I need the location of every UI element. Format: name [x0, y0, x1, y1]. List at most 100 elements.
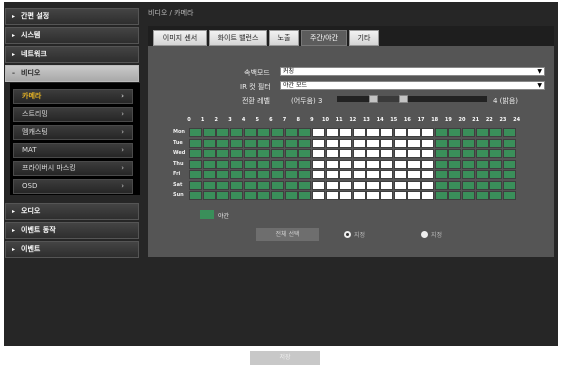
schedule-cell[interactable] — [421, 149, 435, 158]
schedule-cell[interactable] — [352, 149, 366, 158]
schedule-cell[interactable] — [325, 138, 339, 148]
schedule-cell[interactable] — [270, 170, 285, 179]
schedule-cell[interactable] — [284, 180, 298, 190]
schedule-cell[interactable] — [434, 149, 448, 158]
schedule-cell[interactable] — [475, 128, 489, 137]
schedule-cell[interactable] — [352, 180, 366, 190]
schedule-cell[interactable] — [421, 191, 435, 200]
schedule-cell[interactable] — [434, 128, 448, 137]
schedule-cell[interactable] — [380, 180, 394, 190]
schedule-cell[interactable] — [448, 191, 462, 200]
sidebar-subitem-streaming[interactable]: 스트리밍 › — [13, 107, 133, 122]
schedule-cell[interactable] — [229, 128, 244, 137]
tab-misc[interactable]: 기타 — [349, 30, 379, 46]
schedule-cell[interactable] — [257, 180, 271, 190]
schedule-cell[interactable] — [462, 191, 476, 200]
schedule-cell[interactable] — [257, 159, 271, 169]
schedule-cell[interactable] — [325, 159, 339, 169]
sidebar-subitem-mat[interactable]: MAT › — [13, 143, 133, 158]
schedule-cell[interactable] — [380, 138, 394, 148]
save-button[interactable]: 저장 — [250, 351, 320, 365]
schedule-cell[interactable] — [189, 138, 203, 148]
schedule-cell[interactable] — [311, 159, 325, 169]
schedule-cell[interactable] — [298, 180, 312, 190]
schedule-cell[interactable] — [202, 128, 216, 137]
schedule-cell[interactable] — [202, 149, 216, 158]
schedule-cell[interactable] — [229, 180, 244, 190]
sidebar-subitem-privacy-masking[interactable]: 프라이버시 마스킹 › — [13, 161, 133, 176]
schedule-cell[interactable] — [243, 180, 257, 190]
schedule-cell[interactable] — [339, 159, 353, 169]
schedule-cell[interactable] — [380, 170, 394, 179]
sidebar-item-system[interactable]: ▸ 시스템 — [5, 27, 139, 44]
schedule-cell[interactable] — [311, 180, 325, 190]
schedule-cell[interactable] — [407, 138, 421, 148]
tab-white-balance[interactable]: 화이트 밸런스 — [209, 30, 267, 46]
schedule-cell[interactable] — [298, 138, 312, 148]
schedule-cell[interactable] — [352, 170, 366, 179]
schedule-cell[interactable] — [448, 180, 462, 190]
schedule-cell[interactable] — [393, 170, 407, 179]
schedule-cell[interactable] — [298, 128, 312, 137]
schedule-cell[interactable] — [298, 149, 312, 158]
schedule-cell[interactable] — [502, 191, 517, 200]
schedule-cell[interactable] — [462, 159, 476, 169]
schedule-cell[interactable] — [380, 149, 394, 158]
schedule-cell[interactable] — [434, 159, 448, 169]
schedule-cell[interactable] — [489, 149, 503, 158]
schedule-cell[interactable] — [298, 191, 312, 200]
schedule-cell[interactable] — [284, 149, 298, 158]
schedule-cell[interactable] — [270, 159, 285, 169]
schedule-cell[interactable] — [462, 170, 476, 179]
schedule-cell[interactable] — [502, 170, 517, 179]
schedule-cell[interactable] — [339, 149, 353, 158]
schedule-cell[interactable] — [475, 170, 489, 179]
schedule-cell[interactable] — [270, 128, 285, 137]
schedule-cell[interactable] — [407, 128, 421, 137]
schedule-cell[interactable] — [366, 180, 380, 190]
schedule-cell[interactable] — [339, 191, 353, 200]
schedule-cell[interactable] — [243, 159, 257, 169]
schedule-cell[interactable] — [339, 138, 353, 148]
ir-filter-select[interactable]: 야간 모드 ▼ — [280, 81, 545, 90]
schedule-cell[interactable] — [407, 170, 421, 179]
schedule-cell[interactable] — [366, 191, 380, 200]
schedule-cell[interactable] — [421, 170, 435, 179]
schedule-cell[interactable] — [284, 128, 298, 137]
tab-image-sensor[interactable]: 이미지 센서 — [153, 30, 207, 46]
schedule-cell[interactable] — [202, 159, 216, 169]
sidebar-item-network[interactable]: ▸ 네트워크 — [5, 46, 139, 63]
sidebar-subitem-multicasting[interactable]: 멤캐스팅 › — [13, 125, 133, 140]
schedule-cell[interactable] — [202, 170, 216, 179]
schedule-cell[interactable] — [202, 180, 216, 190]
schedule-cell[interactable] — [489, 128, 503, 137]
schedule-cell[interactable] — [366, 149, 380, 158]
schedule-cell[interactable] — [393, 128, 407, 137]
schedule-cell[interactable] — [339, 180, 353, 190]
schedule-cell[interactable] — [216, 159, 230, 169]
schedule-cell[interactable] — [380, 191, 394, 200]
schedule-cell[interactable] — [216, 191, 230, 200]
schedule-cell[interactable] — [229, 170, 244, 179]
schedule-cell[interactable] — [270, 180, 285, 190]
sidebar-subitem-camera[interactable]: 카메라 › — [13, 89, 133, 104]
schedule-cell[interactable] — [257, 149, 271, 158]
schedule-cell[interactable] — [434, 191, 448, 200]
schedule-cell[interactable] — [407, 149, 421, 158]
tab-day-night[interactable]: 주간/야간 — [301, 30, 347, 46]
schedule-cell[interactable] — [502, 180, 517, 190]
schedule-cell[interactable] — [407, 191, 421, 200]
sidebar-item-video[interactable]: – 비디오 — [5, 65, 139, 82]
schedule-cell[interactable] — [270, 149, 285, 158]
schedule-cell[interactable] — [475, 138, 489, 148]
schedule-cell[interactable] — [216, 128, 230, 137]
schedule-cell[interactable] — [339, 170, 353, 179]
sidebar-item-quick-setup[interactable]: ▸ 간편 설정 — [5, 8, 139, 25]
schedule-cell[interactable] — [421, 180, 435, 190]
schedule-cell[interactable] — [189, 149, 203, 158]
schedule-cell[interactable] — [393, 138, 407, 148]
schedule-cell[interactable] — [393, 149, 407, 158]
schedule-cell[interactable] — [502, 138, 517, 148]
schedule-cell[interactable] — [325, 191, 339, 200]
radio-set[interactable] — [344, 231, 351, 238]
